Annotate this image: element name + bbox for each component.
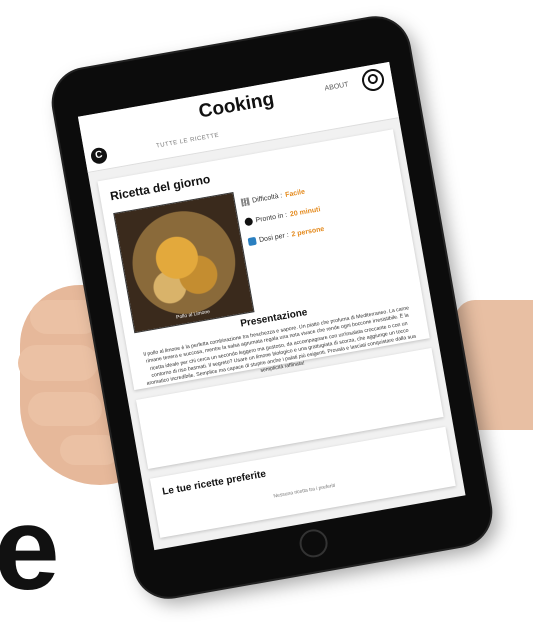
nav-all-recipes-link[interactable]: TUTTE LE RICETTE <box>156 133 220 150</box>
hand-finger <box>60 435 120 465</box>
difficulty-icon <box>240 197 250 207</box>
servings-info: Dosi per :2 persone <box>247 225 325 247</box>
recipe-photo[interactable]: Pollo al Limone <box>113 191 255 334</box>
difficulty-value: Facile <box>284 188 306 199</box>
logo-icon[interactable]: C <box>89 146 109 165</box>
hand-finger <box>28 392 102 426</box>
servings-label: Dosi per : <box>258 231 290 244</box>
hand-finger <box>18 345 98 381</box>
difficulty-label: Difficoltà : <box>251 192 283 205</box>
recipe-of-the-day-card: Ricetta del giorno Pollo al Limone Diffi… <box>97 129 430 391</box>
prep-time-label: Pronto in : <box>255 211 288 225</box>
clock-icon <box>244 217 254 227</box>
decorative-letter: e <box>0 483 60 615</box>
app-title: Cooking <box>197 88 276 123</box>
servings-value: 2 persone <box>291 225 325 239</box>
tablet-device: C Cooking ABOUT TUTTE LE RICETTE Ricetta… <box>48 12 496 603</box>
people-icon <box>247 236 257 247</box>
difficulty-info: Difficoltà : Facile <box>240 188 306 207</box>
prep-time-value: 20 minuti <box>289 206 321 219</box>
tablet-screen: C Cooking ABOUT TUTTE LE RICETTE Ricetta… <box>77 61 466 551</box>
home-button[interactable] <box>297 527 330 560</box>
favorites-title: Le tue ricette preferite <box>161 468 267 498</box>
prep-time-info: Pronto in :20 minuti <box>244 205 321 227</box>
